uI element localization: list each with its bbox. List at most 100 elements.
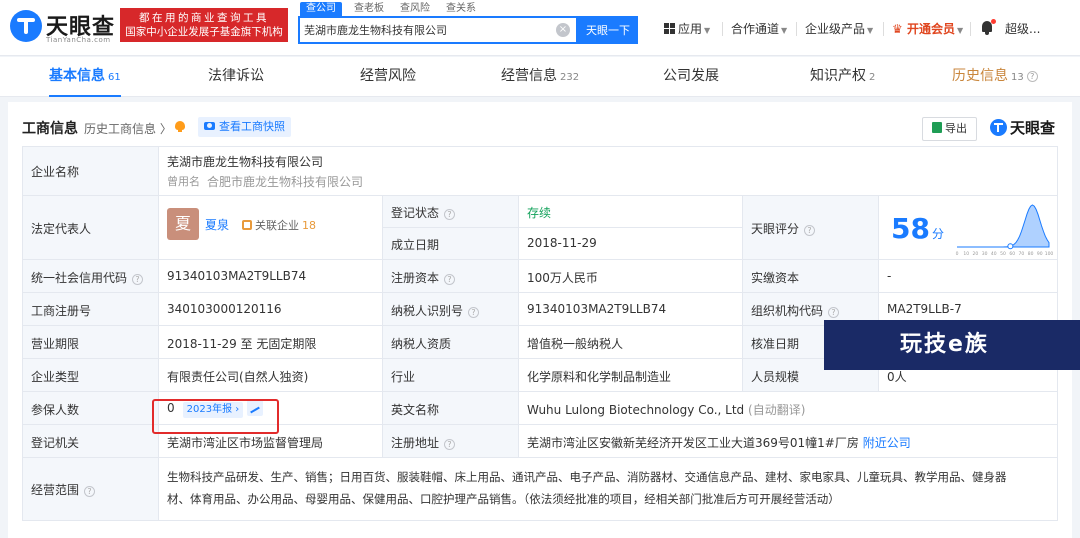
label-english-name: 英文名称 <box>383 392 519 425</box>
related-label: 关联企业 <box>255 219 299 232</box>
history-business-link[interactable]: 历史工商信息 〉 <box>84 120 172 137</box>
score-x-tick: 50 <box>1000 251 1006 257</box>
label-authority: 登记机关 <box>23 425 159 458</box>
snapshot-button[interactable]: 查看工商快照 <box>198 117 291 137</box>
nav-user[interactable]: 超级... <box>1005 20 1040 38</box>
score-curve-area <box>957 204 1050 248</box>
legal-rep-name[interactable]: 夏泉 <box>205 216 229 233</box>
export-button[interactable]: 导出 <box>922 117 977 141</box>
chevron-down-icon: ▼ <box>867 26 874 35</box>
taxpayer-id: 91340103MA2T9LLB74 <box>527 302 667 316</box>
search-input[interactable] <box>304 21 544 39</box>
nav-vip[interactable]: ♛ 开通会员 ▼ <box>892 20 963 38</box>
help-icon[interactable]: ? <box>1026 71 1038 82</box>
label-text: 登记状态? <box>391 204 456 221</box>
value-industry: 化学原料和化学制品制造业 <box>519 359 743 392</box>
label-insured: 参保人数 <box>23 392 159 425</box>
score-x-tick: 80 <box>1028 251 1034 257</box>
highlight-box <box>152 399 279 434</box>
label-text: 组织机构代码? <box>751 302 840 319</box>
value-company-name: 芜湖市鹿龙生物科技有限公司 曾用名 合肥市鹿龙生物科技有限公司 <box>159 147 1058 196</box>
related-count: 18 <box>302 219 316 232</box>
tab-label: 知识产权 <box>810 68 866 84</box>
search-box: × <box>298 16 578 44</box>
help-icon[interactable]: ? <box>828 307 840 318</box>
search-button[interactable]: 天眼一下 <box>578 16 638 44</box>
help-icon[interactable]: ? <box>444 209 456 220</box>
tab-business-risk[interactable]: 经营风险 <box>360 57 416 97</box>
nav-enterprise[interactable]: 企业级产品 ▼ <box>805 20 873 38</box>
tab-history[interactable]: 历史信息 13? <box>952 57 1038 97</box>
nearby-companies-link[interactable]: 附近公司 <box>863 436 911 450</box>
business-term: 2018-11-29 至 无固定期限 <box>167 337 317 351</box>
top-header: 天眼查 TianYanCha.com 都在用的商业查询工具 国家中小企业发展子基… <box>0 0 1080 56</box>
bulb-icon[interactable] <box>175 121 185 133</box>
clear-icon[interactable]: × <box>556 23 570 37</box>
brand-mark-icon <box>990 119 1007 136</box>
score-x-tick: 0 <box>956 251 959 257</box>
found-date: 2018-11-29 <box>527 236 597 250</box>
help-icon[interactable]: ? <box>468 307 480 318</box>
search-tab-boss[interactable]: 查老板 <box>354 2 384 16</box>
tab-count: 2 <box>869 72 876 83</box>
business-scope-line: 材、体育用品、办公用品、母婴用品、保健用品、口腔护理产品销售。（依法须经批准的项… <box>167 492 840 506</box>
company-name: 芜湖市鹿龙生物科技有限公司 <box>167 155 324 169</box>
label-scope: 经营范围? <box>23 458 159 521</box>
search-tab-relation[interactable]: 查关系 <box>446 2 476 16</box>
nav-partner[interactable]: 合作通道 ▼ <box>731 20 787 38</box>
nav-divider <box>970 22 971 36</box>
search-tab-risk[interactable]: 查风险 <box>400 2 430 16</box>
score-x-tick: 40 <box>991 251 997 257</box>
tab-label: 公司发展 <box>663 68 719 84</box>
label-score: 天眼评分? <box>743 196 879 260</box>
score-marker-dot <box>1007 243 1014 250</box>
nav-divider <box>722 22 723 36</box>
label-text: 经营范围? <box>31 481 96 498</box>
tab-litigation[interactable]: 法律诉讼 <box>208 57 264 97</box>
reg-capital: 100万人民币 <box>527 271 598 285</box>
export-label: 导出 <box>945 122 967 135</box>
help-icon[interactable]: ? <box>444 439 456 450</box>
label-text: 成立日期 <box>391 238 440 252</box>
value-reg-capital: 100万人民币 <box>519 260 743 293</box>
score-label: 天眼评分 <box>751 222 800 236</box>
label-text: 人员规模 <box>751 370 800 384</box>
tianyancha-logo[interactable]: 天眼查 TianYanCha.com <box>10 8 120 48</box>
nav-divider <box>796 22 797 36</box>
chevron-down-icon: ▼ <box>704 26 711 35</box>
nav-divider <box>883 22 884 36</box>
former-name: 合肥市鹿龙生物科技有限公司 <box>207 175 364 189</box>
label-text: 英文名称 <box>391 403 440 417</box>
registered-address: 芜湖市湾沚区安徽新芜经济开发区工业大道369号01幢1#厂房 <box>527 436 859 450</box>
value-taxpayer-id: 91340103MA2T9LLB74 <box>519 293 743 326</box>
help-icon[interactable]: ? <box>444 274 456 285</box>
nav-apps[interactable]: 应用 ▼ <box>664 20 710 38</box>
snapshot-label: 查看工商快照 <box>219 120 285 133</box>
label-text: 纳税人识别号? <box>391 302 480 319</box>
tab-ip[interactable]: 知识产权 2 <box>810 57 875 97</box>
value-credit-code: 91340103MA2T9LLB74 <box>159 260 383 293</box>
search-tab-company[interactable]: 查公司 <box>300 2 342 16</box>
value-paid-capital: - <box>879 260 1058 293</box>
value-score[interactable]: 58 分 0 10 20 30 40 50 60 70 80 90 100 <box>879 196 1058 260</box>
tab-business-info[interactable]: 经营信息 232 <box>501 57 579 97</box>
help-icon[interactable]: ? <box>84 486 96 497</box>
help-icon[interactable]: ? <box>132 274 144 285</box>
avatar[interactable]: 夏 <box>167 208 199 240</box>
credit-code-label: 统一社会信用代码 <box>31 271 128 285</box>
label-legal-rep: 法定代表人 <box>23 196 159 260</box>
label-text: 营业期限 <box>31 337 80 351</box>
label-text: 企业名称 <box>31 165 80 179</box>
help-icon[interactable]: ? <box>804 225 816 236</box>
related-companies-link[interactable]: 关联企业 18 <box>242 217 316 233</box>
score-x-tick: 30 <box>982 251 988 257</box>
industry: 化学原料和化学制品制造业 <box>527 370 672 384</box>
label-text: 注册资本? <box>391 269 456 286</box>
chevron-down-icon: ▼ <box>956 26 964 35</box>
tab-development[interactable]: 公司发展 <box>663 57 719 97</box>
tab-basic-info[interactable]: 基本信息 61 <box>49 57 121 97</box>
score-x-tick: 20 <box>973 251 979 257</box>
tab-count: 13 <box>1011 72 1024 83</box>
score-x-tick: 10 <box>963 251 969 257</box>
label-text: 统一社会信用代码? <box>31 269 144 286</box>
